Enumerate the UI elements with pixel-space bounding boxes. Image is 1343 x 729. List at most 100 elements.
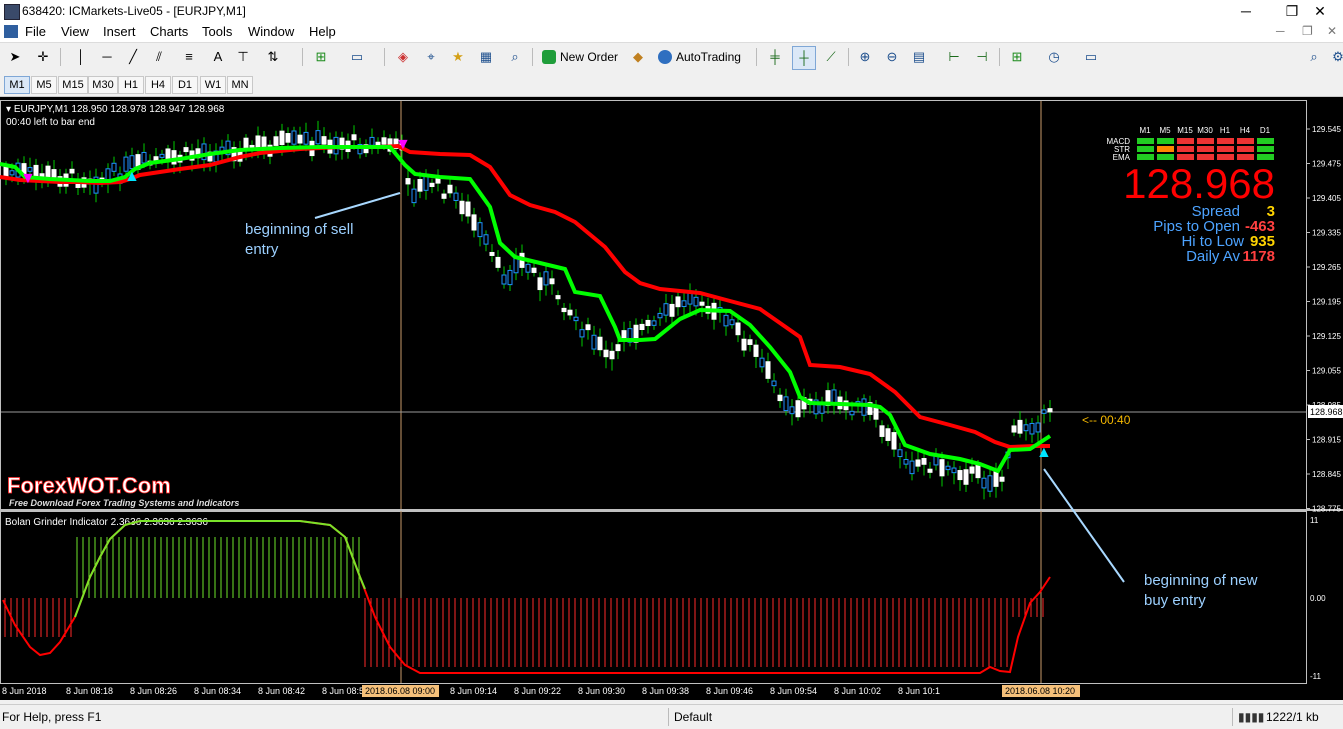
strategy-tester-icon[interactable]: ⌕ <box>504 46 526 68</box>
candle-body <box>651 320 657 326</box>
indicators-icon[interactable]: ⊞ <box>1006 46 1028 68</box>
candle-body <box>603 349 609 358</box>
candle-body <box>615 344 621 352</box>
text-tool[interactable]: A <box>207 46 229 68</box>
candlestick-icon[interactable]: ┼ <box>792 46 816 70</box>
candle-body <box>645 319 651 327</box>
options-icon[interactable]: ⚙ <box>1327 46 1343 68</box>
buy-annotation-line1: beginning of new <box>1144 572 1258 589</box>
new-chart-icon[interactable]: ⊞ <box>310 46 332 68</box>
price-axis-label: 128.775 <box>1312 505 1341 514</box>
trendline-icon[interactable]: ╱ <box>122 46 144 68</box>
buy-annotation-pointer <box>1043 468 1125 583</box>
menu-help[interactable]: Help <box>309 24 336 39</box>
candle-body <box>981 477 987 489</box>
child-restore-button[interactable]: ❐ <box>1302 24 1313 38</box>
period-m1[interactable]: M1 <box>4 76 30 94</box>
menu-file[interactable]: File <box>25 24 46 39</box>
connection-bars-icon: ▮▮▮▮ <box>1238 710 1265 724</box>
watermark-logo: ForexWOT.Com <box>7 473 171 498</box>
menu-tools[interactable]: Tools <box>202 24 232 39</box>
cursor-icon[interactable]: ➤ <box>4 46 26 68</box>
price-axis-label: 129.265 <box>1312 263 1341 272</box>
price-pane-frame <box>0 100 1307 511</box>
meta-editor-icon[interactable]: ◆ <box>627 46 649 68</box>
periodicity-bar: M1 M5 M15 M30 H1 H4 D1 W1 MN <box>0 72 1343 97</box>
toolbar-separator <box>384 48 385 66</box>
terminal-icon[interactable]: ★ <box>447 46 469 68</box>
candle-body <box>555 295 561 300</box>
auto-scroll-icon[interactable]: ⊢ <box>943 46 965 68</box>
close-button[interactable]: ✕ <box>1297 0 1343 22</box>
child-close-button[interactable]: ✕ <box>1327 24 1337 38</box>
time-axis-label: 8 Jun 09:22 <box>514 686 561 696</box>
candle-body <box>879 425 885 437</box>
period-m30[interactable]: M30 <box>88 76 118 94</box>
candle-body <box>753 344 759 357</box>
period-h4[interactable]: H4 <box>145 76 171 94</box>
channel-icon[interactable]: ⫽ <box>148 46 170 68</box>
time-highlight-2: 2018.06.08 10:20 <box>1005 686 1075 696</box>
candle-body <box>669 303 675 317</box>
profiles-icon[interactable]: ▭ <box>346 46 368 68</box>
chart-window[interactable]: ▼ ▼ ▲ ▲ ▾ EURJPY,M1 128.950 128.978 128.… <box>0 97 1343 700</box>
candle-body <box>747 339 753 345</box>
period-d1[interactable]: D1 <box>172 76 198 94</box>
zoom-in-icon[interactable]: ⊕ <box>854 46 876 68</box>
child-minimize-button[interactable]: ─ <box>1276 24 1285 38</box>
candlesticks <box>3 120 1053 500</box>
candle-body <box>465 201 471 217</box>
menu-view[interactable]: View <box>61 24 89 39</box>
period-mn[interactable]: MN <box>227 76 253 94</box>
menu-charts[interactable]: Charts <box>150 24 188 39</box>
candle-body <box>543 271 549 286</box>
bar-chart-icon[interactable]: ╪ <box>764 46 786 68</box>
vertical-line-icon[interactable]: │ <box>70 46 92 68</box>
templates-icon[interactable]: ▭ <box>1080 46 1102 68</box>
candle-body <box>561 307 567 313</box>
period-h1[interactable]: H1 <box>118 76 144 94</box>
time-axis-label: 8 Jun 08:18 <box>66 686 113 696</box>
candle-body <box>405 178 411 185</box>
candle-body <box>975 463 981 479</box>
horizontal-line-icon[interactable]: ─ <box>96 46 118 68</box>
new-order-label: New Order <box>560 50 619 64</box>
navigator-icon[interactable]: ⌖ <box>420 46 442 68</box>
crosshair-icon[interactable]: ✛ <box>32 46 54 68</box>
sell-annotation-line1: beginning of sell <box>245 221 353 238</box>
period-m5[interactable]: M5 <box>31 76 57 94</box>
candle-body <box>183 147 189 153</box>
autotrading-button[interactable]: AutoTrading <box>656 46 741 68</box>
search-icon[interactable]: ⌕ <box>1303 46 1325 68</box>
time-axis-label: 8 Jun 2018 <box>2 686 47 696</box>
data-window-icon[interactable]: ▦ <box>475 46 497 68</box>
period-w1[interactable]: W1 <box>200 76 226 94</box>
candle-body <box>201 143 207 161</box>
candle-body <box>159 153 165 158</box>
menu-insert[interactable]: Insert <box>103 24 136 39</box>
menu-window[interactable]: Window <box>248 24 294 39</box>
profile-name: Default <box>674 710 713 724</box>
periods-icon[interactable]: ◷ <box>1043 46 1065 68</box>
time-highlight-1: 2018.06.08 09:00 <box>365 686 435 696</box>
fibonacci-icon[interactable]: ≡ <box>178 46 200 68</box>
candle-body <box>699 301 705 306</box>
time-axis-label: 8 Jun 09:38 <box>642 686 689 696</box>
indicator-axis-zero: 0.00 <box>1310 594 1326 603</box>
toolbar-separator <box>756 48 757 66</box>
zoom-out-icon[interactable]: ⊖ <box>881 46 903 68</box>
line-chart-icon[interactable]: ⟋ <box>820 46 842 68</box>
new-order-button[interactable]: New Order <box>540 46 618 68</box>
candle-body <box>447 184 453 194</box>
candle-body <box>453 192 459 201</box>
minimize-button[interactable]: ─ <box>1223 0 1269 22</box>
period-m15[interactable]: M15 <box>58 76 88 94</box>
candle-body <box>609 350 615 360</box>
market-watch-icon[interactable]: ◈ <box>392 46 414 68</box>
tile-windows-icon[interactable]: ▤ <box>908 46 930 68</box>
label-icon[interactable]: ⊤ <box>232 46 254 68</box>
chart-shift-icon[interactable]: ⊣ <box>971 46 993 68</box>
indicator-axis-min: -11 <box>1310 672 1322 681</box>
price-axis-label: 129.405 <box>1312 194 1341 203</box>
arrows-icon[interactable]: ⇅ <box>262 46 284 68</box>
